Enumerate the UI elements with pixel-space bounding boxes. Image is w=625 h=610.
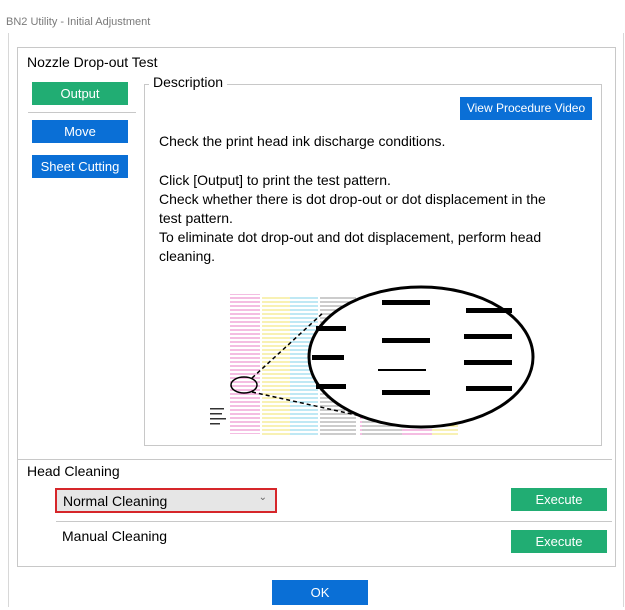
window-title: BN2 Utility - Initial Adjustment xyxy=(6,16,151,28)
pattern-yellow xyxy=(262,296,290,436)
description-line: test pattern. xyxy=(159,210,233,226)
button-divider xyxy=(28,112,136,113)
cleaning-divider xyxy=(56,521,612,522)
cleaning-type-value: Normal Cleaning xyxy=(63,493,168,509)
section-divider xyxy=(18,459,612,460)
test-pattern-illustration xyxy=(210,285,535,436)
execute-manual-cleaning-button[interactable]: Execute xyxy=(511,530,607,553)
description-line: Click [Output] to print the test pattern… xyxy=(159,172,391,188)
head-cleaning-title: Head Cleaning xyxy=(27,463,120,479)
description-line: Check whether there is dot drop-out or d… xyxy=(159,191,546,207)
description-line: To eliminate dot drop-out and dot displa… xyxy=(159,229,542,245)
pattern-magenta xyxy=(230,294,260,434)
cleaning-type-select[interactable]: Normal Cleaning ⌄ xyxy=(55,488,277,513)
view-procedure-video-button[interactable]: View Procedure Video xyxy=(460,97,592,120)
move-button[interactable]: Move xyxy=(32,120,128,143)
chevron-down-icon: ⌄ xyxy=(258,492,267,503)
manual-cleaning-label: Manual Cleaning xyxy=(62,528,168,544)
description-line: Check the print head ink discharge condi… xyxy=(159,133,446,149)
pattern-info-marks xyxy=(210,408,226,425)
nozzle-test-title: Nozzle Drop-out Test xyxy=(27,54,158,70)
ok-button[interactable]: OK xyxy=(272,580,368,605)
description-line: cleaning. xyxy=(159,248,216,264)
output-button[interactable]: Output xyxy=(32,82,128,105)
execute-normal-cleaning-button[interactable]: Execute xyxy=(511,488,607,511)
description-legend: Description xyxy=(149,74,228,90)
sheet-cutting-button[interactable]: Sheet Cutting xyxy=(32,155,128,178)
